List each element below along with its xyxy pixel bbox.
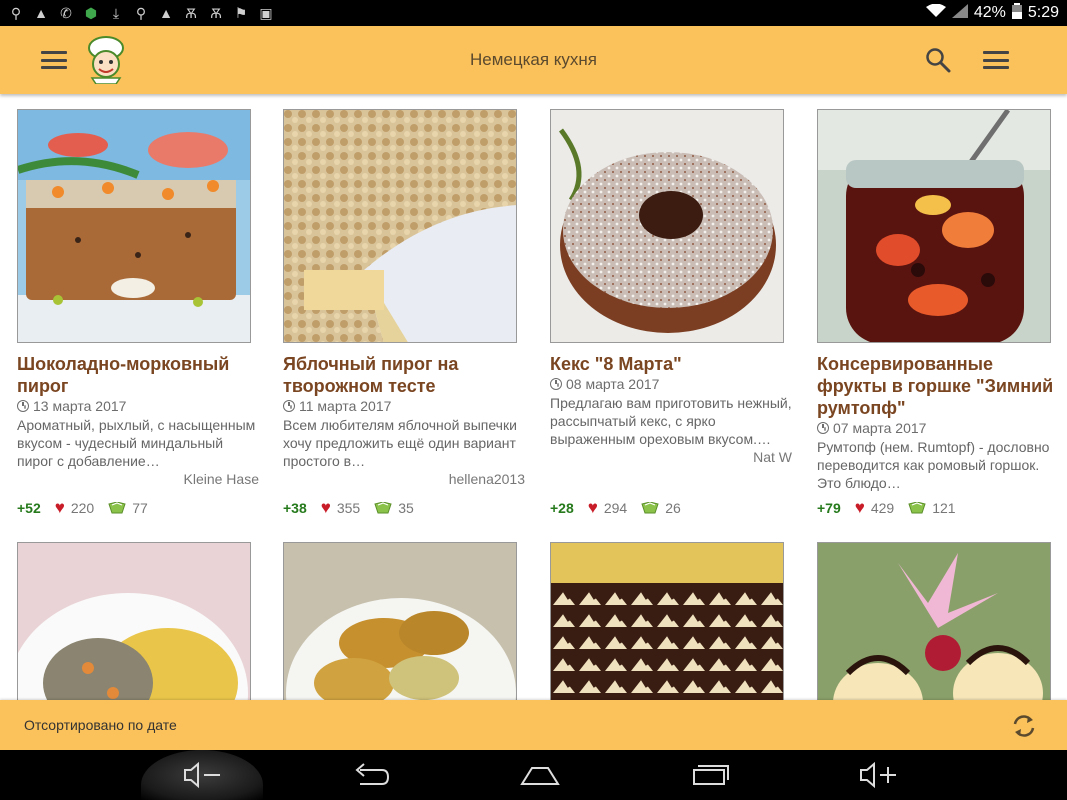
recipe-image[interactable] <box>817 109 1051 343</box>
usb-icon: ⚲ <box>10 4 22 21</box>
recipe-card[interactable]: Шоколадно-морковный пирог 13 марта 2017 … <box>17 109 267 487</box>
comments-count: 121 <box>932 500 956 516</box>
app-bar: Немецкая кухня <box>0 26 1067 94</box>
recipe-card[interactable]: Кекс "8 Марта" 08 марта 2017 Предлагаю в… <box>550 109 800 465</box>
search-button[interactable] <box>925 47 951 73</box>
recipe-stats: +79 ♥ 429 121 <box>817 498 956 518</box>
comments-count: 26 <box>665 500 681 516</box>
refresh-button[interactable] <box>1010 712 1038 740</box>
recipe-image[interactable] <box>550 542 784 700</box>
recipe-date: 11 марта 2017 <box>299 398 392 414</box>
recipe-image[interactable] <box>17 542 251 700</box>
recipe-image[interactable] <box>283 542 517 700</box>
heart-icon[interactable]: ♥ <box>321 498 331 518</box>
back-button[interactable] <box>352 758 392 792</box>
menu-button[interactable] <box>41 51 67 69</box>
recipe-image[interactable] <box>550 109 784 343</box>
overflow-menu-button[interactable] <box>983 51 1009 69</box>
shield-icon: ⬢ <box>84 4 98 21</box>
chef-logo[interactable] <box>82 34 130 85</box>
page-title: Немецкая кухня <box>469 50 598 69</box>
heart-icon[interactable]: ♥ <box>588 498 598 518</box>
rating-value: +38 <box>283 500 307 516</box>
recipe-image[interactable] <box>817 542 1051 700</box>
viber-icon: ✆ <box>60 4 72 21</box>
comments-icon[interactable] <box>908 502 926 514</box>
back-icon <box>355 763 390 785</box>
sort-bar: Отсортировано по дате <box>0 700 1067 750</box>
home-icon <box>520 767 560 785</box>
recipe-stats: +52 ♥ 220 77 <box>17 498 148 518</box>
signal-icon <box>951 3 968 23</box>
clock-icon <box>817 422 829 434</box>
heart-icon[interactable]: ♥ <box>855 498 865 518</box>
recipe-title[interactable]: Консервированные фрукты в горшке "Зимний… <box>817 353 1067 419</box>
wifi-icon <box>925 3 946 23</box>
search-icon <box>926 48 951 73</box>
rating-value: +79 <box>817 500 841 516</box>
clock-icon <box>283 400 295 412</box>
rating-value: +28 <box>550 500 574 516</box>
recipe-date: 07 марта 2017 <box>833 420 927 436</box>
volume-down-icon <box>184 761 220 789</box>
notification-icons: ⚲ ▲ ✆ ⬢ ⤓ ⚲ ▲ Ѫ Ѫ ⚑ ▣ <box>8 5 274 22</box>
recipe-author[interactable]: Nat W <box>550 449 792 465</box>
comments-icon[interactable] <box>108 502 126 514</box>
recipe-stats: +28 ♥ 294 26 <box>550 498 681 518</box>
heart-icon[interactable]: ♥ <box>55 498 65 518</box>
recipe-card[interactable]: Яблочный пирог на творожном тесте 11 мар… <box>283 109 533 487</box>
battery-icon <box>1011 2 1022 24</box>
ok-icon: Ѫ <box>185 5 197 21</box>
recipe-stats: +38 ♥ 355 35 <box>283 498 414 518</box>
likes-count: 220 <box>70 500 95 516</box>
warning-icon: ▲ <box>34 5 48 21</box>
clock-time: 5:29 <box>1027 4 1059 21</box>
location-icon: ⚑ <box>234 4 248 21</box>
image-icon: ▣ <box>259 4 273 21</box>
search-icon: ⚲ <box>135 4 147 21</box>
likes-count: 355 <box>336 500 361 516</box>
volume-up-button[interactable] <box>858 758 898 792</box>
recipe-card[interactable]: Консервированные фрукты в горшке "Зимний… <box>817 109 1067 492</box>
recents-icon <box>693 765 729 785</box>
recipe-title[interactable]: Яблочный пирог на творожном тесте <box>283 353 533 397</box>
home-button[interactable] <box>520 758 560 792</box>
recents-button[interactable] <box>690 758 730 792</box>
battery-percent: 42% <box>973 4 1006 21</box>
recipe-author[interactable]: hellena2013 <box>283 471 525 487</box>
recipe-grid: Шоколадно-морковный пирог 13 марта 2017 … <box>0 94 1067 700</box>
warning-icon: ▲ <box>159 5 173 21</box>
recipe-description: Ароматный, рыхлый, с насыщенным вкусом -… <box>17 417 256 469</box>
download-icon: ⤓ <box>112 4 120 21</box>
rating-value: +52 <box>17 500 41 516</box>
comments-count: 35 <box>398 500 414 516</box>
sort-label[interactable]: Отсортировано по дате <box>24 700 177 750</box>
comments-icon[interactable] <box>374 502 392 514</box>
ok-icon: Ѫ <box>210 5 222 21</box>
recipe-description: Румтопф (нем. Rumtopf) - дословно перево… <box>817 439 1050 491</box>
clock-icon <box>550 378 562 390</box>
recipe-title[interactable]: Кекс "8 Марта" <box>550 353 800 375</box>
recipe-description: Всем любителям яблочной выпечки хочу пре… <box>283 417 517 469</box>
likes-count: 294 <box>603 500 628 516</box>
recipe-description: Предлагаю вам приготовить нежный, рассып… <box>550 395 792 447</box>
likes-count: 429 <box>870 500 895 516</box>
clock-icon <box>17 400 29 412</box>
refresh-icon <box>1013 715 1035 737</box>
status-bar: ⚲ ▲ ✆ ⬢ ⤓ ⚲ ▲ Ѫ Ѫ ⚑ ▣ 42% 5:29 <box>0 0 1067 26</box>
recipe-image[interactable] <box>283 109 517 343</box>
volume-up-icon <box>860 761 896 789</box>
volume-down-button[interactable] <box>182 758 222 792</box>
recipe-date: 08 марта 2017 <box>566 376 660 392</box>
comments-icon[interactable] <box>641 502 659 514</box>
recipe-author[interactable]: Kleine Hase <box>17 471 260 487</box>
recipe-title[interactable]: Шоколадно-морковный пирог <box>17 353 267 397</box>
comments-count: 77 <box>132 500 148 516</box>
recipe-date: 13 марта 2017 <box>33 398 127 414</box>
recipe-image[interactable] <box>17 109 251 343</box>
